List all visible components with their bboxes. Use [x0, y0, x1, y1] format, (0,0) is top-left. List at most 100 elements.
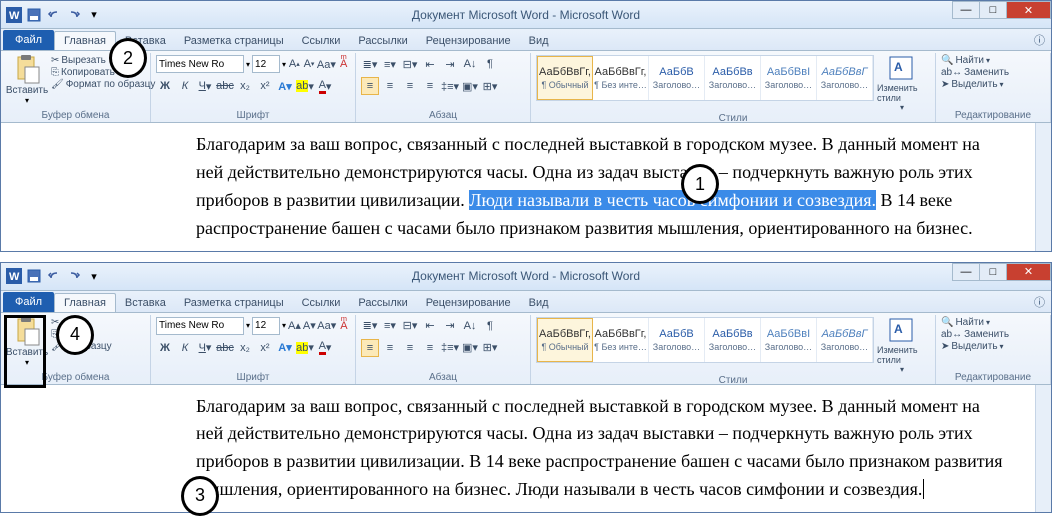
increase-indent-button[interactable]: ⇥ [441, 317, 459, 335]
tab-pagelayout[interactable]: Разметка страницы [175, 32, 293, 50]
align-left-button[interactable]: ≡ [361, 339, 379, 357]
styles-gallery[interactable]: АаБбВвГг,¶ ОбычныйАаБбВвГг,¶ Без инте…Аа… [536, 55, 874, 101]
undo-icon[interactable] [45, 267, 63, 285]
maximize-button[interactable]: □ [979, 263, 1007, 281]
tab-view[interactable]: Вид [520, 32, 558, 50]
minimize-button[interactable]: — [952, 263, 980, 281]
help-icon[interactable]: ⓘ [1034, 32, 1045, 48]
format-painter-button[interactable]: 🖌 Формат по образцу [51, 79, 155, 90]
borders-button[interactable]: ⊞▾ [481, 77, 499, 95]
qat-dropdown-icon[interactable]: ▾ [85, 6, 103, 24]
style-card[interactable]: АаБбВвГг,¶ Обычный [537, 318, 593, 362]
save-icon[interactable] [25, 267, 43, 285]
subscript-button[interactable]: x₂ [236, 339, 254, 357]
chevron-down-icon[interactable]: ▾ [282, 321, 286, 330]
tab-review[interactable]: Рецензирование [417, 32, 520, 50]
multilevel-button[interactable]: ⊟▾ [401, 55, 419, 73]
redo-icon[interactable] [65, 6, 83, 24]
tab-home[interactable]: Главная [54, 293, 116, 312]
shading-button[interactable]: ▣▾ [461, 339, 479, 357]
close-button[interactable]: ✕ [1006, 263, 1051, 281]
tab-mailings[interactable]: Рассылки [349, 294, 416, 312]
tab-pagelayout[interactable]: Разметка страницы [175, 294, 293, 312]
numbering-button[interactable]: ≡▾ [381, 55, 399, 73]
italic-button[interactable]: К [176, 77, 194, 95]
style-card[interactable]: АаБбВвЗаголово… [705, 318, 761, 362]
tab-references[interactable]: Ссылки [293, 294, 350, 312]
clear-format-button[interactable]: Aͫ [337, 55, 350, 73]
style-card[interactable]: АаБбВвГЗаголово… [817, 318, 873, 362]
increase-indent-button[interactable]: ⇥ [441, 55, 459, 73]
qat-dropdown-icon[interactable]: ▾ [85, 267, 103, 285]
text-effects-button[interactable]: A▾ [276, 77, 294, 95]
underline-button[interactable]: Ч▾ [196, 77, 214, 95]
tab-home[interactable]: Главная [54, 31, 116, 50]
grow-font-button[interactable]: A▴ [288, 55, 301, 73]
line-spacing-button[interactable]: ‡≡▾ [441, 339, 459, 357]
line-spacing-button[interactable]: ‡≡▾ [441, 77, 459, 95]
tab-view[interactable]: Вид [520, 294, 558, 312]
numbering-button[interactable]: ≡▾ [381, 317, 399, 335]
bullets-button[interactable]: ≣▾ [361, 55, 379, 73]
styles-gallery[interactable]: АаБбВвГг,¶ ОбычныйАаБбВвГг,¶ Без инте…Аа… [536, 317, 874, 363]
decrease-indent-button[interactable]: ⇤ [421, 55, 439, 73]
style-card[interactable]: АаБбВвГг,¶ Без инте… [593, 56, 649, 100]
minimize-button[interactable]: — [952, 1, 980, 19]
align-right-button[interactable]: ≡ [401, 77, 419, 95]
paste-button[interactable]: Вставить ▾ [6, 55, 48, 105]
bold-button[interactable]: Ж [156, 77, 174, 95]
file-tab[interactable]: Файл [3, 292, 54, 312]
select-button[interactable]: ➤Выделить▾ [941, 341, 1045, 352]
clear-format-button[interactable]: Aͫ [338, 317, 350, 335]
highlight-button[interactable]: ab▾ [296, 339, 314, 357]
align-center-button[interactable]: ≡ [381, 339, 399, 357]
maximize-button[interactable]: □ [979, 1, 1007, 19]
replace-button[interactable]: ab↔ Заменить [941, 67, 1045, 78]
tab-review[interactable]: Рецензирование [417, 294, 520, 312]
align-center-button[interactable]: ≡ [381, 77, 399, 95]
align-right-button[interactable]: ≡ [401, 339, 419, 357]
show-marks-button[interactable]: ¶ [481, 55, 499, 73]
font-name-select[interactable] [156, 317, 244, 335]
tab-references[interactable]: Ссылки [293, 32, 350, 50]
multilevel-button[interactable]: ⊟▾ [401, 317, 419, 335]
style-card[interactable]: АаБбВвГг,¶ Обычный [537, 56, 593, 100]
undo-icon[interactable] [45, 6, 63, 24]
italic-button[interactable]: К [176, 339, 194, 357]
find-button[interactable]: 🔍Найти▾ [941, 317, 1045, 328]
chevron-down-icon[interactable]: ▾ [246, 321, 250, 330]
text-effects-button[interactable]: A▾ [276, 339, 294, 357]
font-size-select[interactable] [252, 55, 280, 73]
shading-button[interactable]: ▣▾ [461, 77, 479, 95]
justify-button[interactable]: ≡ [421, 339, 439, 357]
change-case-button[interactable]: Aa▾ [317, 55, 335, 73]
chevron-down-icon[interactable]: ▾ [282, 60, 286, 69]
font-size-select[interactable] [252, 317, 280, 335]
superscript-button[interactable]: x² [256, 77, 274, 95]
strike-button[interactable]: abc [216, 339, 234, 357]
replace-button[interactable]: ab↔Заменить [941, 329, 1045, 340]
style-card[interactable]: АаБбВвГг,¶ Без инте… [593, 318, 649, 362]
change-styles-button[interactable]: A Изменить стили ▾ [877, 55, 927, 112]
select-button[interactable]: ➤ Выделить ▾ [941, 79, 1045, 90]
style-card[interactable]: АаБбВвГЗаголово… [817, 56, 873, 100]
font-color-button[interactable]: A▾ [316, 77, 334, 95]
redo-icon[interactable] [65, 267, 83, 285]
scrollbar-v[interactable] [1035, 385, 1051, 513]
font-name-select[interactable] [156, 55, 244, 73]
decrease-indent-button[interactable]: ⇤ [421, 317, 439, 335]
underline-button[interactable]: Ч▾ [196, 339, 214, 357]
style-card[interactable]: АаБбВЗаголово… [649, 318, 705, 362]
change-case-button[interactable]: Aa▾ [318, 317, 336, 335]
close-button[interactable]: ✕ [1006, 1, 1051, 19]
style-card[interactable]: АаБбВвІЗаголово… [761, 56, 817, 100]
style-card[interactable]: АаБбВЗаголово… [649, 56, 705, 100]
font-color-button[interactable]: A▾ [316, 339, 334, 357]
sort-button[interactable]: A↓ [461, 55, 479, 73]
chevron-down-icon[interactable]: ▾ [246, 60, 250, 69]
style-card[interactable]: АаБбВвІЗаголово… [761, 318, 817, 362]
highlight-button[interactable]: ab▾ [296, 77, 314, 95]
change-styles-button[interactable]: A Изменить стили ▾ [877, 317, 927, 374]
help-icon[interactable]: ⓘ [1034, 294, 1045, 310]
grow-font-button[interactable]: A▴ [288, 317, 301, 335]
